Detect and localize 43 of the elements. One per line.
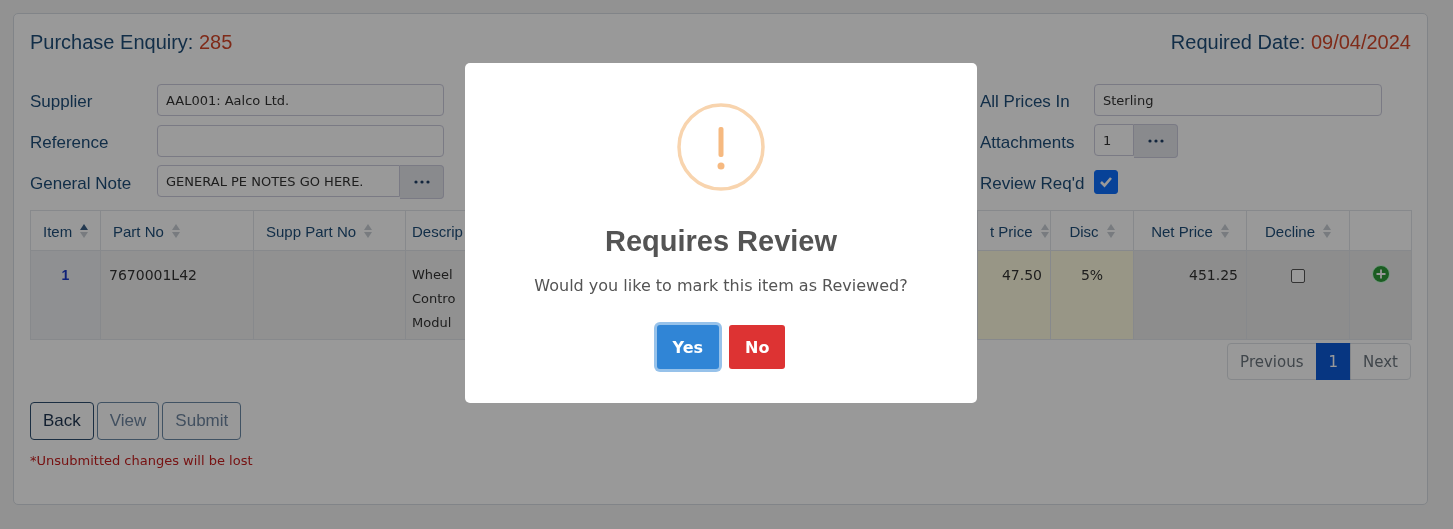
column-header[interactable]: Part No bbox=[100, 210, 254, 251]
input-field[interactable]: Sterling bbox=[1094, 84, 1382, 116]
checkmark-icon bbox=[1099, 176, 1113, 188]
dialog-title: Requires Review bbox=[604, 225, 838, 258]
dialog-button[interactable]: No bbox=[729, 325, 786, 369]
warning-icon bbox=[677, 103, 765, 191]
input-field[interactable] bbox=[157, 125, 444, 157]
page-button[interactable]: 1 bbox=[1315, 343, 1352, 380]
warning-text: *Unsubmitted changes will be lost bbox=[30, 453, 254, 468]
field-label: Review Req'd bbox=[980, 173, 1086, 194]
dialog-button[interactable]: Yes bbox=[656, 325, 720, 369]
item-number: 1 bbox=[61, 267, 70, 283]
input-field[interactable]: 1 bbox=[1094, 124, 1134, 156]
action-button[interactable]: Back bbox=[30, 402, 94, 440]
table-cell: 5% bbox=[1080, 267, 1104, 283]
dialog-message: Would you like to mark this item as Reviewed? bbox=[534, 276, 908, 295]
more-button[interactable] bbox=[1134, 124, 1178, 158]
checkbox[interactable] bbox=[1094, 170, 1118, 194]
field-label: General Note bbox=[30, 173, 133, 194]
column-header[interactable]: Net Price bbox=[1133, 210, 1247, 251]
field-label: Attachments bbox=[980, 132, 1076, 153]
table-cell: 47.50 bbox=[1001, 267, 1042, 283]
column-header[interactable]: Supp Part No bbox=[253, 210, 406, 251]
column-header[interactable]: Decline bbox=[1246, 210, 1350, 251]
table-cell-text: Wheel Contro Modul bbox=[412, 266, 457, 332]
next-button[interactable]: Next bbox=[1350, 343, 1411, 380]
column-header[interactable]: Item bbox=[30, 210, 101, 251]
table-cell: 451.25 bbox=[1189, 267, 1238, 283]
decline-checkbox[interactable] bbox=[1291, 269, 1305, 283]
input-field[interactable]: AAL001: Aalco Ltd. bbox=[157, 84, 444, 116]
field-label: Supplier bbox=[30, 91, 94, 112]
more-icon bbox=[413, 180, 430, 184]
input-field[interactable]: GENERAL PE NOTES GO HERE. bbox=[157, 165, 400, 197]
previous-button[interactable]: Previous bbox=[1227, 343, 1317, 380]
more-icon bbox=[1147, 139, 1164, 143]
column-header[interactable]: Disc bbox=[1050, 210, 1134, 251]
field-label: Reference bbox=[30, 132, 110, 153]
field-label: All Prices In bbox=[980, 91, 1071, 112]
add-icon[interactable] bbox=[1371, 265, 1390, 283]
table-cell: 7670001L42 bbox=[109, 267, 197, 283]
more-button[interactable] bbox=[400, 165, 444, 199]
required-date: Required Date: 09/04/2024 bbox=[1170, 31, 1411, 54]
enquiry-title: Purchase Enquiry: 285 bbox=[30, 31, 233, 54]
